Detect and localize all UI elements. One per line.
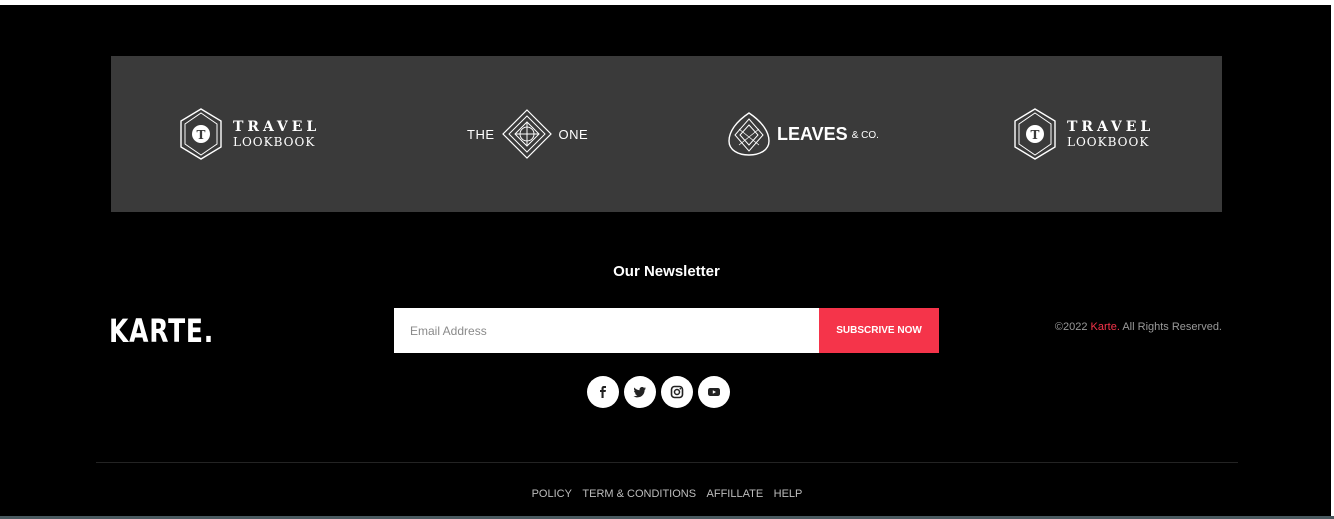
- facebook-button[interactable]: [587, 376, 619, 408]
- footer-link-terms[interactable]: TERM & CONDITIONS: [582, 488, 696, 500]
- newsletter-title: Our Newsletter: [613, 263, 720, 280]
- site-logo[interactable]: KARTE.: [109, 312, 214, 350]
- brand-line2: LOOKBOOK: [1067, 135, 1150, 149]
- facebook-icon: [600, 386, 606, 398]
- brand-line1: TRAVEL: [233, 119, 321, 135]
- copyright-suffix: All Rights Reserved.: [1119, 321, 1222, 333]
- copyright-brand-link[interactable]: Karte.: [1091, 321, 1120, 333]
- brand-suffix: & CO.: [851, 130, 879, 141]
- brand-word: LEAVES: [777, 123, 848, 144]
- leaf-lines-icon: [728, 112, 770, 156]
- brand-line1: TRAVEL: [1067, 119, 1155, 135]
- twitter-icon: [633, 387, 646, 398]
- instagram-icon: [670, 385, 684, 399]
- footer-section: T TRAVEL LOOKBOOK THE ONE LEAVES & CO. T…: [0, 0, 1334, 519]
- email-field[interactable]: [394, 308, 819, 353]
- footer-link-affiliate[interactable]: AFFILLATE: [707, 488, 764, 500]
- footer-link-help[interactable]: HELP: [774, 488, 803, 500]
- newsletter-form: SUBSCRIVE NOW: [394, 308, 939, 353]
- brand-word-left: THE: [467, 126, 495, 142]
- brand-logo-the-one[interactable]: THE ONE: [467, 56, 588, 212]
- subscribe-button[interactable]: SUBSCRIVE NOW: [819, 308, 939, 353]
- brand-word-right: ONE: [558, 126, 589, 142]
- brand-logos-panel: T TRAVEL LOOKBOOK THE ONE LEAVES & CO. T…: [111, 56, 1222, 212]
- svg-text:T: T: [1031, 128, 1040, 142]
- footer-link-policy[interactable]: POLICY: [532, 488, 572, 500]
- svg-text:T: T: [197, 128, 206, 142]
- copyright-text: ©2022 Karte. All Rights Reserved.: [1055, 321, 1222, 333]
- geometric-diamond-icon: [501, 109, 552, 159]
- footer-divider: [96, 462, 1238, 463]
- brand-line2: LOOKBOOK: [233, 135, 316, 149]
- brand-logo-leaves[interactable]: LEAVES & CO.: [727, 56, 879, 212]
- travel-lookbook-badge-icon: T: [1014, 108, 1056, 160]
- twitter-button[interactable]: [624, 376, 656, 408]
- instagram-button[interactable]: [661, 376, 693, 408]
- brand-logo-travel-lookbook-2[interactable]: T TRAVEL LOOKBOOK: [1011, 56, 1154, 212]
- social-links: [587, 376, 730, 408]
- brand-logo-travel-lookbook[interactable]: T TRAVEL LOOKBOOK: [177, 56, 320, 212]
- copyright-prefix: ©2022: [1054, 321, 1091, 333]
- top-border: [0, 0, 1334, 5]
- youtube-icon: [708, 388, 720, 396]
- youtube-button[interactable]: [698, 376, 730, 408]
- travel-lookbook-badge-icon: T: [180, 108, 222, 160]
- footer-nav: POLICY TERM & CONDITIONS AFFILLATE HELP: [0, 484, 1334, 502]
